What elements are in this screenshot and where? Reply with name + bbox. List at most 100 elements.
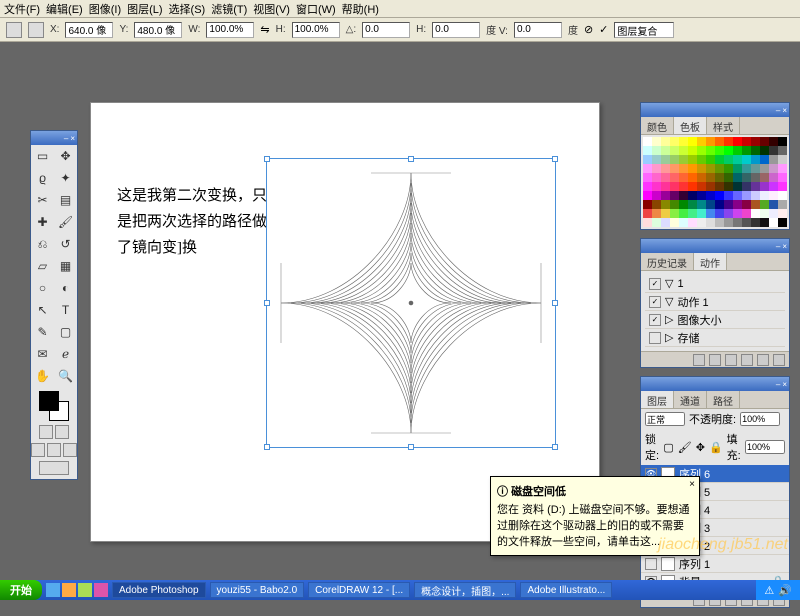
swatch[interactable] xyxy=(751,182,760,191)
handle-tr[interactable] xyxy=(552,156,558,162)
swatch[interactable] xyxy=(760,155,769,164)
swatch[interactable] xyxy=(697,137,706,146)
expand-icon[interactable]: ▷ xyxy=(665,313,673,326)
swatch[interactable] xyxy=(661,173,670,182)
swatch[interactable] xyxy=(778,137,787,146)
swatch[interactable] xyxy=(751,164,760,173)
swatch[interactable] xyxy=(643,173,652,182)
swatch[interactable] xyxy=(724,146,733,155)
quickmask-mode-icon[interactable] xyxy=(55,425,69,439)
swatch[interactable] xyxy=(751,155,760,164)
trash-icon[interactable] xyxy=(773,354,785,366)
tab-通道[interactable]: 通道 xyxy=(674,391,707,408)
fg-color[interactable] xyxy=(39,391,59,411)
swatch[interactable] xyxy=(760,209,769,218)
swatch[interactable] xyxy=(760,200,769,209)
swatch[interactable] xyxy=(715,218,724,227)
swatch[interactable] xyxy=(652,146,661,155)
record-icon[interactable] xyxy=(709,354,721,366)
mode-combo[interactable]: 图层复合 xyxy=(614,22,674,38)
menu-item[interactable]: 文件(F) xyxy=(4,1,40,17)
swatch[interactable] xyxy=(733,191,742,200)
screen2-icon[interactable] xyxy=(47,443,61,457)
handle-bc[interactable] xyxy=(408,444,414,450)
swatch[interactable] xyxy=(706,146,715,155)
handle-bl[interactable] xyxy=(264,444,270,450)
swatch[interactable] xyxy=(670,155,679,164)
tab-色板[interactable]: 色板 xyxy=(674,117,707,134)
tab-历史记录[interactable]: 历史记录 xyxy=(641,253,694,270)
new-set-icon[interactable] xyxy=(741,354,753,366)
swatch[interactable] xyxy=(769,173,778,182)
shape-tool[interactable]: ▢ xyxy=(54,321,77,343)
tab-图层[interactable]: 图层 xyxy=(641,391,674,408)
swatch[interactable] xyxy=(760,218,769,227)
layer-row[interactable]: 序列 1 xyxy=(641,555,789,573)
swatch[interactable] xyxy=(769,164,778,173)
swatch[interactable] xyxy=(697,209,706,218)
lock-all-icon[interactable]: 🔒 xyxy=(709,441,723,454)
swatch[interactable] xyxy=(715,200,724,209)
lock-pos-icon[interactable]: ✥ xyxy=(696,441,705,454)
balloon-close-icon[interactable]: × xyxy=(689,479,695,490)
swatch[interactable] xyxy=(742,146,751,155)
swatch[interactable] xyxy=(679,191,688,200)
swatch[interactable] xyxy=(697,218,706,227)
gradient-tool[interactable]: ▦ xyxy=(54,255,77,277)
menu-item[interactable]: 图像(I) xyxy=(89,1,121,17)
link-icon[interactable]: ⇋ xyxy=(260,23,269,36)
expand-icon[interactable]: ▽ xyxy=(665,277,673,290)
fill-input[interactable] xyxy=(745,440,785,454)
swatch[interactable] xyxy=(760,182,769,191)
swatch[interactable] xyxy=(688,209,697,218)
action-row[interactable]: ✓▽1 xyxy=(645,275,785,293)
ql-icon[interactable] xyxy=(46,583,60,597)
minimize-icon[interactable]: – xyxy=(64,134,68,143)
menu-item[interactable]: 图层(L) xyxy=(127,1,162,17)
swatch[interactable] xyxy=(670,200,679,209)
handle-br[interactable] xyxy=(552,444,558,450)
new-action-icon[interactable] xyxy=(757,354,769,366)
swatch[interactable] xyxy=(733,146,742,155)
swatch[interactable] xyxy=(643,191,652,200)
swatch[interactable] xyxy=(778,164,787,173)
swatch[interactable] xyxy=(643,200,652,209)
swatch[interactable] xyxy=(652,200,661,209)
swatch[interactable] xyxy=(778,155,787,164)
ql-icon[interactable] xyxy=(62,583,76,597)
swatch[interactable] xyxy=(751,173,760,182)
tab-样式[interactable]: 样式 xyxy=(707,117,740,134)
swatch[interactable] xyxy=(724,209,733,218)
stop-icon[interactable] xyxy=(693,354,705,366)
swatch[interactable] xyxy=(769,191,778,200)
task-button[interactable]: Adobe Photoshop xyxy=(112,582,206,598)
swatch[interactable] xyxy=(778,191,787,200)
minimize-icon[interactable]: – xyxy=(776,380,780,389)
close-icon[interactable]: × xyxy=(782,106,787,115)
handle-mr[interactable] xyxy=(552,300,558,306)
menu-item[interactable]: 窗口(W) xyxy=(296,1,336,17)
swatch[interactable] xyxy=(697,191,706,200)
y-input[interactable] xyxy=(134,22,182,38)
swatch[interactable] xyxy=(733,137,742,146)
swatch[interactable] xyxy=(769,200,778,209)
swatch[interactable] xyxy=(769,218,778,227)
swatch[interactable] xyxy=(769,146,778,155)
swatch[interactable] xyxy=(661,200,670,209)
tray-icon[interactable]: 🔊 xyxy=(778,584,792,597)
swatch[interactable] xyxy=(670,137,679,146)
menu-item[interactable]: 滤镜(T) xyxy=(211,1,247,17)
swatch[interactable] xyxy=(724,173,733,182)
swatch[interactable] xyxy=(733,218,742,227)
swatch[interactable] xyxy=(706,218,715,227)
slice-tool[interactable]: ▤ xyxy=(54,189,77,211)
lock-trans-icon[interactable]: ▢ xyxy=(663,441,673,454)
swatch[interactable] xyxy=(715,155,724,164)
swatch[interactable] xyxy=(751,200,760,209)
swatches-header[interactable]: –× xyxy=(641,103,789,117)
check-icon[interactable]: ✓ xyxy=(649,278,661,290)
swatch[interactable] xyxy=(751,146,760,155)
swatch[interactable] xyxy=(769,182,778,191)
check-icon[interactable]: ✓ xyxy=(649,296,661,308)
swatch[interactable] xyxy=(742,155,751,164)
